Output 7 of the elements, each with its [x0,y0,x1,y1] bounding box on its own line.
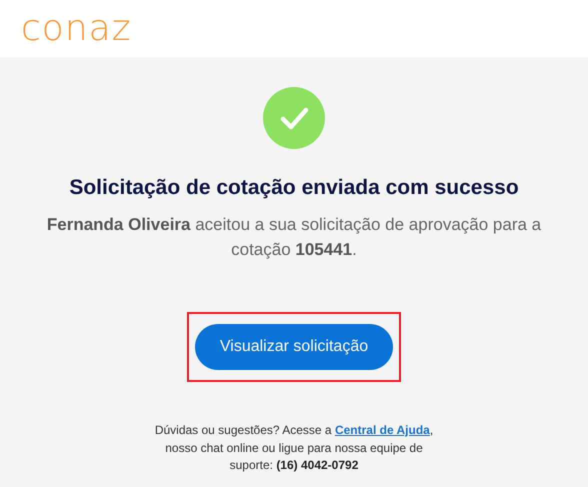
help-center-link[interactable]: Central de Ajuda [334,423,430,437]
message-text: Fernanda Oliveira aceitou a sua solicitação de aprovação para a cotação 105441. [46,214,542,261]
support-text: Dúvidas ou sugestões? Acesse a Central de Ajuda, nosso chat online ou ligue para nossa equipe de suporte: (16) 4042-0792 [154,422,434,474]
logo: conaz [21,10,132,46]
view-request-button[interactable]: Visualizar solicitação [195,324,393,370]
success-title: Solicitação de cotação enviada com sucesso [69,176,519,200]
check-icon [263,87,325,149]
